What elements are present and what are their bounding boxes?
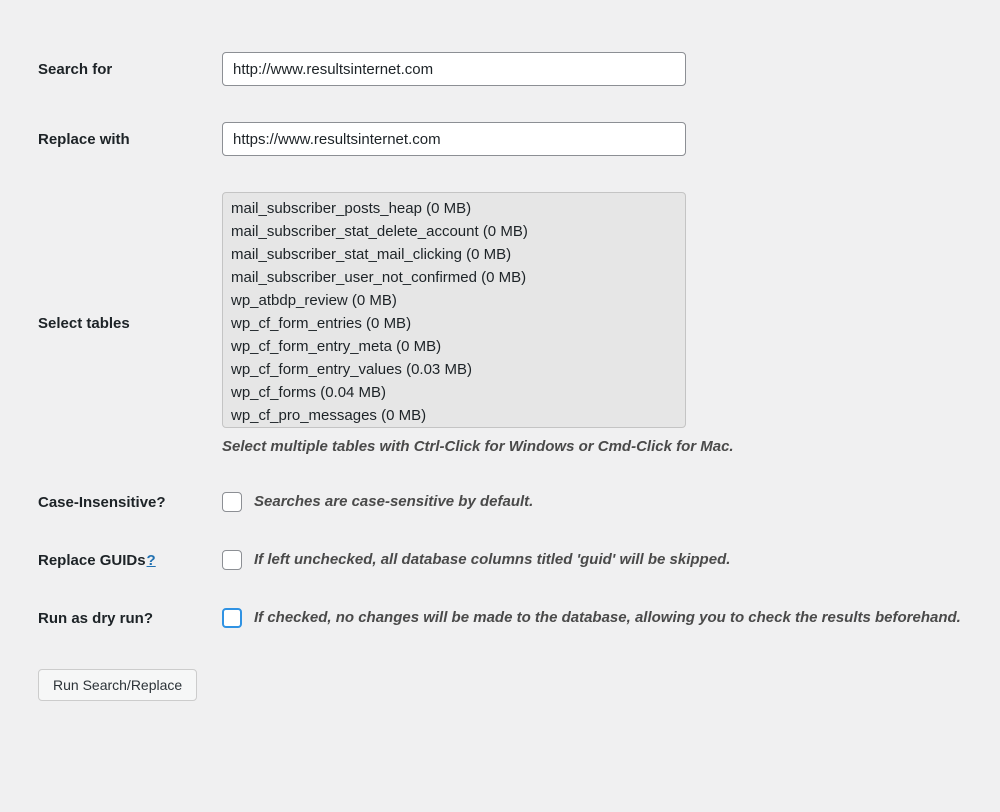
case-insensitive-desc: Searches are case-sensitive by default. [254, 491, 533, 513]
run-search-replace-button[interactable]: Run Search/Replace [38, 669, 197, 701]
dry-run-label: Run as dry run? [38, 589, 222, 647]
replace-guids-label: Replace GUIDs? [38, 531, 222, 589]
table-option[interactable]: wp_cf_form_entry_meta (0 MB) [231, 335, 677, 358]
table-option[interactable]: mail_subscriber_posts_heap (0 MB) [231, 197, 677, 220]
table-option[interactable]: wp_cf_form_entries (0 MB) [231, 312, 677, 335]
tables-multiselect[interactable]: mail_subscriber_posts_heap (0 MB)mail_su… [222, 192, 686, 428]
table-option[interactable]: wp_atbdp_review (0 MB) [231, 289, 677, 312]
table-option[interactable]: wp_cf_pro_messages (0 MB) [231, 404, 677, 427]
replace-guids-desc: If left unchecked, all database columns … [254, 549, 730, 571]
replace-with-label: Replace with [38, 104, 222, 174]
replace-guids-text: Replace GUIDs [38, 552, 146, 569]
replace-guids-help-link[interactable]: ? [147, 552, 156, 569]
dry-run-desc: If checked, no changes will be made to t… [254, 607, 961, 629]
table-option[interactable]: wp_cf_form_entry_values (0.03 MB) [231, 358, 677, 381]
dry-run-checkbox[interactable] [222, 608, 242, 628]
case-insensitive-label: Case-Insensitive? [38, 473, 222, 531]
tables-hint: Select multiple tables with Ctrl-Click f… [222, 438, 970, 455]
table-option[interactable]: mail_subscriber_user_not_confirmed (0 MB… [231, 266, 677, 289]
replace-guids-checkbox[interactable] [222, 550, 242, 570]
case-insensitive-checkbox[interactable] [222, 492, 242, 512]
table-option[interactable]: mail_subscriber_stat_delete_account (0 M… [231, 220, 677, 243]
table-option[interactable]: mail_subscriber_stat_mail_clicking (0 MB… [231, 243, 677, 266]
replace-with-input[interactable] [222, 122, 686, 156]
search-for-label: Search for [38, 34, 222, 104]
table-option[interactable]: wp_cf_forms (0.04 MB) [231, 381, 677, 404]
select-tables-label: Select tables [38, 174, 222, 473]
search-for-input[interactable] [222, 52, 686, 86]
